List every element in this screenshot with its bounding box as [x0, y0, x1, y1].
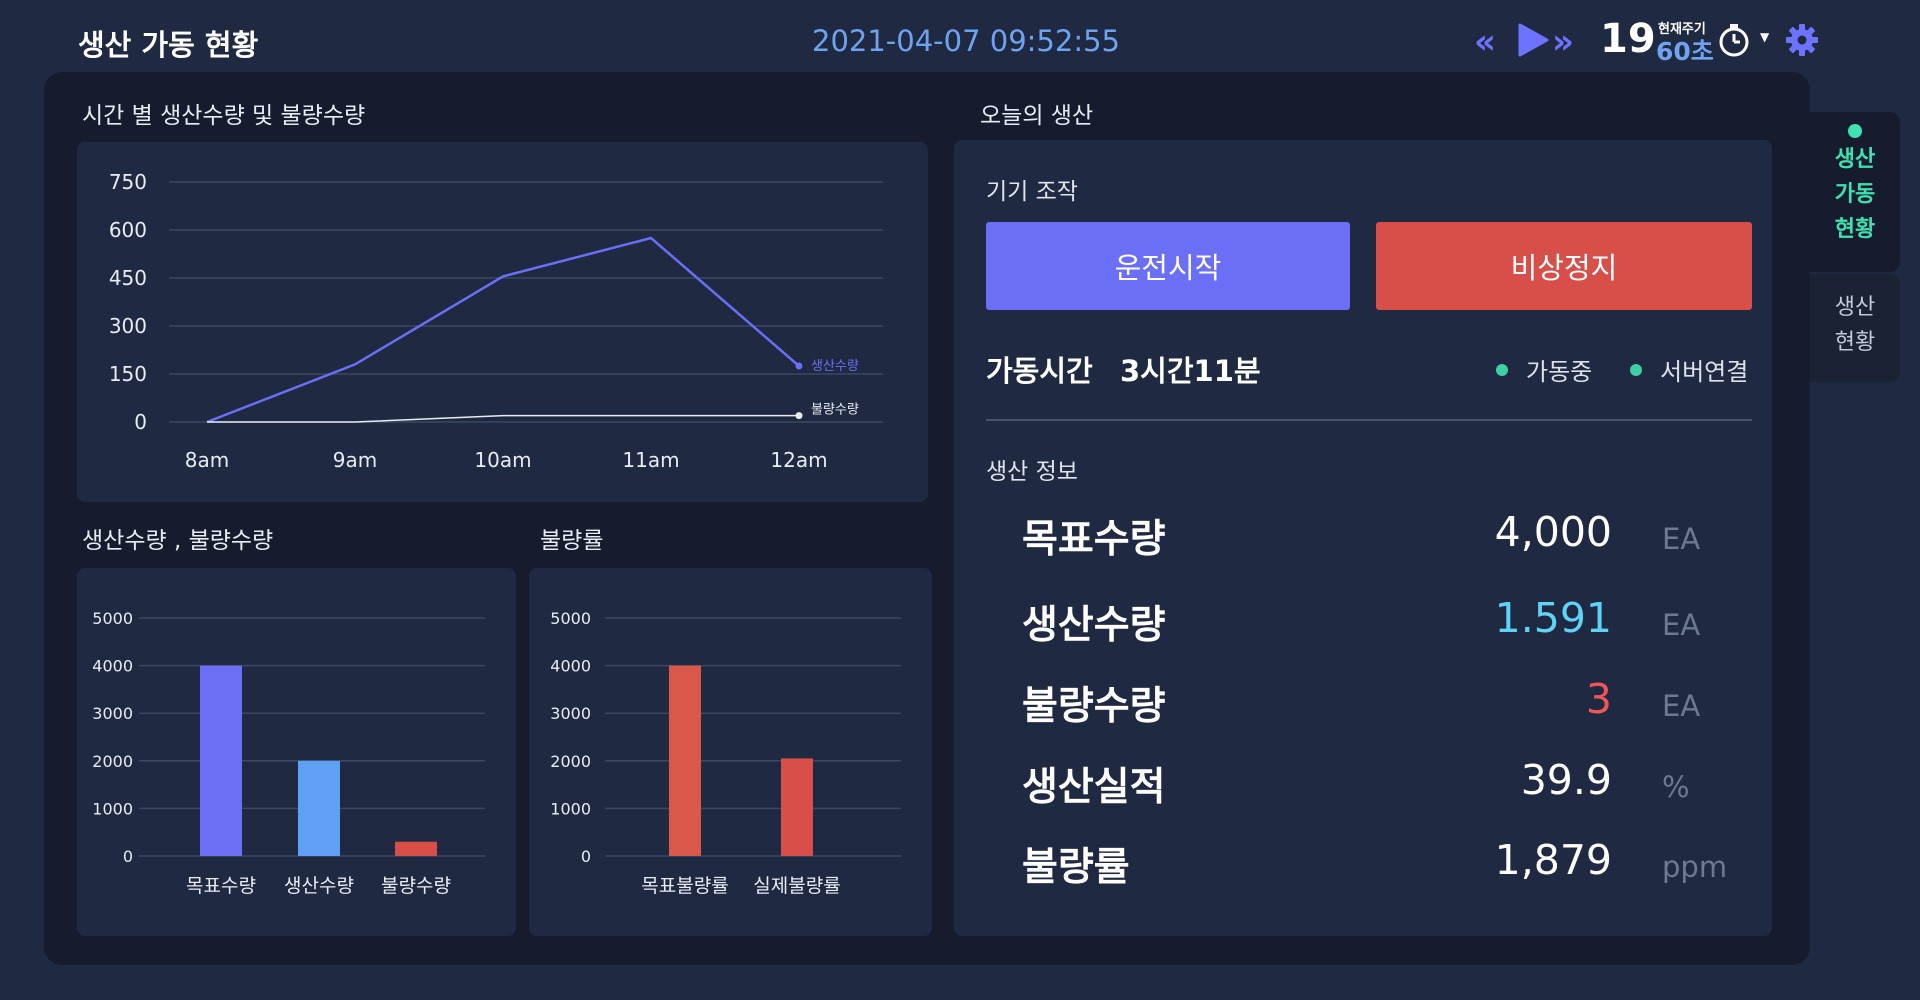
status-dot-icon: [1496, 363, 1508, 376]
x-tick-label: 실제불량률: [753, 875, 840, 897]
info-row-performance: 생산실적 39.9 %: [1022, 756, 1742, 816]
x-tick-label: 9am: [333, 448, 377, 472]
nav-item-production-status[interactable]: 생산 현황: [1810, 274, 1900, 382]
info-label: 불량수량: [1022, 684, 1166, 729]
info-unit: EA: [1662, 522, 1701, 556]
timer-icon[interactable]: [1717, 22, 1753, 62]
series-line: [207, 414, 799, 423]
info-unit: %: [1662, 770, 1690, 804]
active-indicator-icon: [1848, 124, 1862, 138]
running-status: 가동중: [1496, 352, 1592, 387]
bar: [298, 760, 340, 856]
header-bar: 생산 가동 현황 2021-04-07 09:52:55 « » 19 현재주기…: [0, 0, 1920, 78]
series-label: 생산수량: [811, 359, 859, 374]
info-row-defect-rate: 불량률 1,879 ppm: [1022, 836, 1742, 896]
y-tick-label: 0: [581, 847, 591, 866]
defect-rate-chart-title: 불량률: [540, 528, 604, 554]
bar: [781, 758, 813, 856]
info-row-target: 목표수량 4,000 EA: [1022, 508, 1742, 568]
info-value: 3: [1585, 675, 1612, 723]
bar: [200, 665, 242, 856]
emergency-stop-button[interactable]: 비상정지: [1376, 222, 1752, 310]
server-status-label: 서버연결: [1660, 358, 1749, 386]
rewind-icon[interactable]: «: [1474, 22, 1496, 62]
info-label: 생산실적: [1022, 765, 1166, 810]
server-status: 서버연결: [1630, 352, 1748, 387]
hourly-chart-card: 0 150 300 450 600 750 8am 9am 10am 11am 12am 생산수량불량…: [77, 142, 928, 502]
operating-time-label: 가동시간: [986, 354, 1093, 388]
play-icon[interactable]: [1516, 22, 1550, 62]
page-title: 생산 가동 현황: [78, 28, 259, 62]
hourly-chart-title: 시간 별 생산수량 및 불량수량: [82, 103, 366, 129]
info-label: 생산수량: [1022, 603, 1166, 648]
y-tick-label: 0: [134, 410, 147, 434]
nav-item-operation-status[interactable]: 생산 가동 현황: [1810, 112, 1900, 272]
quantity-chart-card: 0 1000 2000 3000 4000 5000 목표수량 생산수량 불량수량: [77, 568, 516, 936]
info-row-defects: 불량수량 3 EA: [1022, 675, 1742, 735]
hourly-line-chart: 0 150 300 450 600 750 8am 9am 10am 11am 12am 생산수량불량…: [109, 170, 883, 472]
info-value: 1.591: [1494, 594, 1612, 642]
start-operation-button[interactable]: 운전시작: [986, 222, 1350, 310]
y-tick-label: 4000: [92, 657, 133, 676]
x-tick-label: 8am: [185, 448, 229, 472]
y-tick-label: 4000: [550, 657, 591, 676]
nav-item-label: 생산 현황: [1834, 295, 1876, 355]
y-tick-label: 5000: [550, 609, 591, 628]
y-tick-label: 3000: [92, 704, 133, 723]
x-tick-label: 목표불량률: [641, 875, 728, 897]
info-value: 4,000: [1494, 508, 1612, 556]
quantity-chart-title: 생산수량 , 불량수량: [82, 528, 274, 554]
info-value: 39.9: [1520, 756, 1612, 804]
today-production-title: 오늘의 생산: [980, 103, 1094, 129]
x-tick-label: 12am: [770, 448, 827, 472]
defect-rate-chart-card: 0 1000 2000 3000 4000 5000 목표불량률 실제불량률: [529, 568, 932, 936]
bar: [669, 665, 701, 856]
y-tick-label: 0: [123, 847, 133, 866]
divider: [986, 419, 1752, 421]
y-tick-label: 1000: [550, 799, 591, 818]
operating-time-value: 3시간11분: [1120, 354, 1261, 388]
info-row-produced: 생산수량 1.591 EA: [1022, 594, 1742, 654]
y-tick-label: 750: [109, 170, 147, 194]
refresh-countdown: 19: [1600, 16, 1656, 62]
info-value: 1,879: [1494, 836, 1612, 884]
info-unit: EA: [1662, 689, 1701, 723]
cycle-value: 60초: [1656, 37, 1714, 66]
y-tick-label: 450: [109, 266, 147, 290]
status-dot-icon: [1630, 363, 1642, 376]
x-tick-label: 불량수량: [381, 875, 451, 897]
x-tick-label: 10am: [474, 448, 531, 472]
y-tick-label: 2000: [92, 752, 133, 771]
chevron-down-icon[interactable]: ▼: [1760, 30, 1769, 44]
bar: [395, 841, 437, 856]
defect-rate-bar-chart: 0 1000 2000 3000 4000 5000 목표불량률 실제불량률: [550, 609, 901, 897]
gear-icon[interactable]: [1784, 22, 1820, 62]
x-tick-label: 생산수량: [284, 875, 354, 897]
y-tick-label: 150: [109, 362, 147, 386]
y-tick-label: 5000: [92, 609, 133, 628]
x-tick-label: 목표수량: [186, 875, 256, 897]
side-nav: 생산 가동 현황 생산 현황: [1810, 112, 1900, 382]
fast-forward-icon[interactable]: »: [1552, 22, 1574, 62]
y-tick-label: 3000: [550, 704, 591, 723]
running-status-label: 가동중: [1526, 358, 1593, 386]
y-tick-label: 1000: [92, 799, 133, 818]
nav-item-label: 생산 가동 현황: [1834, 147, 1876, 242]
info-unit: ppm: [1662, 850, 1728, 884]
series-line: [206, 236, 800, 424]
info-label: 목표수량: [1022, 517, 1166, 562]
y-tick-label: 600: [109, 218, 147, 242]
y-tick-label: 300: [109, 314, 147, 338]
info-label: 불량률: [1022, 845, 1130, 890]
quantity-bar-chart: 0 1000 2000 3000 4000 5000 목표수량 생산수량 불량수량: [92, 609, 485, 897]
production-info-title: 생산 정보: [986, 459, 1078, 485]
y-tick-label: 2000: [550, 752, 591, 771]
device-control-title: 기기 조작: [986, 179, 1078, 205]
current-datetime: 2021-04-07 09:52:55: [812, 24, 1120, 58]
series-end-point: [795, 412, 803, 420]
info-unit: EA: [1662, 608, 1701, 642]
series-end-point: [795, 362, 803, 370]
x-tick-label: 11am: [622, 448, 679, 472]
series-label: 불량수량: [811, 403, 859, 418]
